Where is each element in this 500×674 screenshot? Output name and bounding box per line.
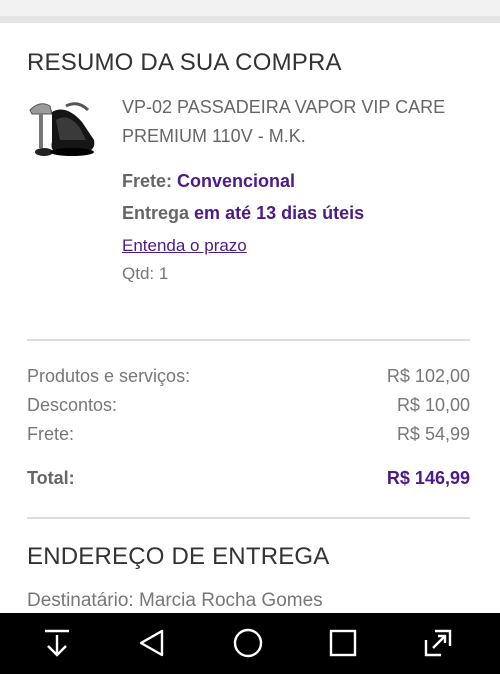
delivery-label: Entrega	[122, 203, 190, 223]
discount-label: Descontos:	[27, 395, 118, 415]
quantity: Qtd: 1	[122, 264, 169, 283]
delivery-line: Entrega em até 13 dias úteis	[122, 203, 364, 224]
summary-title: RESUMO DA SUA COMPRA	[27, 49, 342, 76]
freight-label: Frete:	[27, 424, 75, 444]
products-value: R$ 102,00	[386, 366, 470, 386]
expand-icon[interactable]	[416, 623, 460, 663]
shipping-line: Frete: Convencional	[122, 171, 295, 192]
recipient-name: Destinatário: Marcia Rocha Gomes	[27, 590, 323, 611]
freight-row: Frete: R$ 54,99	[27, 424, 470, 450]
shipping-value: Convencional	[177, 171, 296, 191]
divider	[27, 517, 470, 519]
discount-row: Descontos: R$ 10,00	[27, 395, 470, 421]
back-triangle-icon[interactable]	[130, 623, 174, 663]
products-row: Produtos e serviços: R$ 102,00	[27, 366, 470, 392]
freight-value: R$ 54,99	[396, 424, 470, 444]
deadline-info-link[interactable]: Entenda o prazo	[122, 236, 247, 256]
android-navigation-bar	[0, 613, 500, 674]
total-value: R$ 146,99	[386, 468, 470, 488]
divider	[27, 339, 470, 341]
product-image[interactable]	[26, 96, 102, 160]
home-circle-icon[interactable]	[226, 623, 270, 663]
products-label: Produtos e serviços:	[27, 366, 191, 386]
top-divider	[0, 16, 500, 23]
delivery-value: em até 13 dias úteis	[194, 203, 365, 223]
top-strip	[0, 0, 500, 23]
total-label: Total:	[27, 468, 75, 488]
download-icon[interactable]	[35, 623, 79, 663]
discount-value: R$ 10,00	[396, 395, 470, 415]
recents-square-icon[interactable]	[321, 623, 365, 663]
shipping-label: Frete:	[122, 171, 173, 191]
product-name: VP-02 PASSADEIRA VAPOR VIP CARE PREMIUM …	[122, 97, 446, 146]
total-row: Total: R$ 146,99	[27, 468, 470, 494]
address-title: ENDEREÇO DE ENTREGA	[27, 543, 330, 570]
